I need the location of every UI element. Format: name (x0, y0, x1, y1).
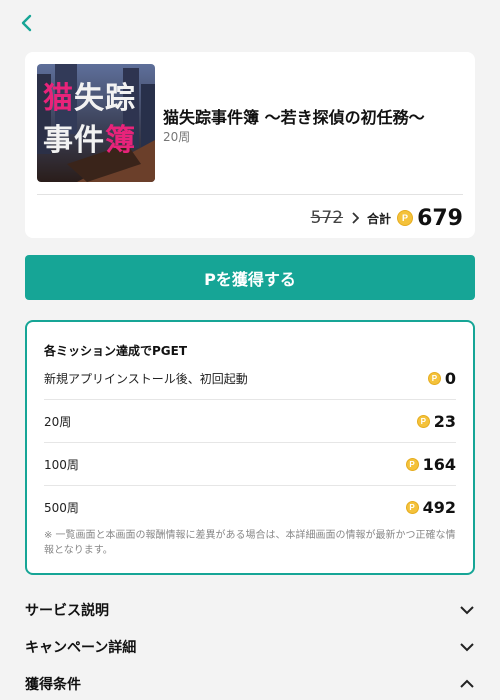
accordion-label: 獲得条件 (25, 677, 81, 693)
mission-points: 0 (444, 368, 456, 388)
product-thumbnail[interactable]: 猫失踪 事件簿 (37, 64, 155, 182)
mission-row: 100周 P 164 (44, 443, 456, 486)
mission-row: 500周 P 492 (44, 486, 456, 529)
mission-label: 20周 (44, 414, 72, 429)
mission-note: ※ 一覧画面と本画面の報酬情報に差異がある場合は、本詳細画面の情報が最新かつ正確… (44, 530, 456, 556)
price-row: 572 合計 P 679 (311, 204, 463, 232)
mission-row: 新規アプリインストール後、初回起動 P0 (44, 357, 456, 400)
point-coin-icon: P (416, 414, 430, 428)
mission-points: 164 (422, 454, 456, 474)
accordion-label: キャンペーン詳細 (25, 640, 137, 656)
thumb-char: 簿 (105, 123, 136, 158)
thumb-char: 件 (74, 123, 105, 158)
mission-label: 100周 (44, 457, 79, 472)
point-coin-icon: P (427, 371, 441, 385)
thumb-char: 踪 (105, 81, 136, 116)
thumb-char: 失 (74, 81, 105, 116)
product-title: 猫失踪事件簿 〜若き探偵の初任務〜 (163, 108, 425, 127)
chevron-down-icon (460, 643, 474, 652)
thumb-char: 猫 (43, 81, 74, 116)
product-card: 猫失踪 事件簿 猫失踪事件簿 〜若き探偵の初任務〜 20周 572 合計 P 6… (25, 52, 475, 238)
point-coin-icon: P (405, 501, 419, 514)
mission-label: 500周 (44, 501, 79, 515)
mission-panel: 各ミッション達成でPGET 新規アプリインストール後、初回起動 P0 20周 P… (25, 320, 475, 575)
chevron-up-icon (460, 679, 474, 688)
accordion-acquisition-conditions[interactable]: 獲得条件 (25, 669, 475, 699)
chevron-down-icon (460, 606, 474, 615)
mission-label: 新規アプリインストール後、初回起動 (44, 371, 248, 386)
point-coin-icon: P (405, 457, 419, 471)
accordion-service-description[interactable]: サービス説明 (25, 595, 475, 625)
mission-points: 492 (422, 498, 456, 517)
product-subtitle: 20周 (163, 130, 191, 144)
total-label: 合計 (367, 211, 392, 226)
chevron-right-icon (351, 212, 360, 224)
old-price: 572 (310, 208, 344, 228)
chevron-left-icon (21, 14, 32, 32)
mission-points: 23 (433, 411, 456, 431)
thumb-char: 事 (43, 123, 74, 158)
accordion-label: サービス説明 (25, 603, 109, 619)
divider (37, 194, 463, 195)
accordion-campaign-details[interactable]: キャンペーン詳細 (25, 632, 475, 662)
total-points: 679 (417, 205, 463, 231)
back-button[interactable] (14, 10, 40, 36)
mission-row: 20周 P 23 (44, 400, 456, 443)
get-points-button[interactable]: Pを獲得する (25, 255, 475, 300)
point-coin-icon: P (397, 210, 414, 226)
